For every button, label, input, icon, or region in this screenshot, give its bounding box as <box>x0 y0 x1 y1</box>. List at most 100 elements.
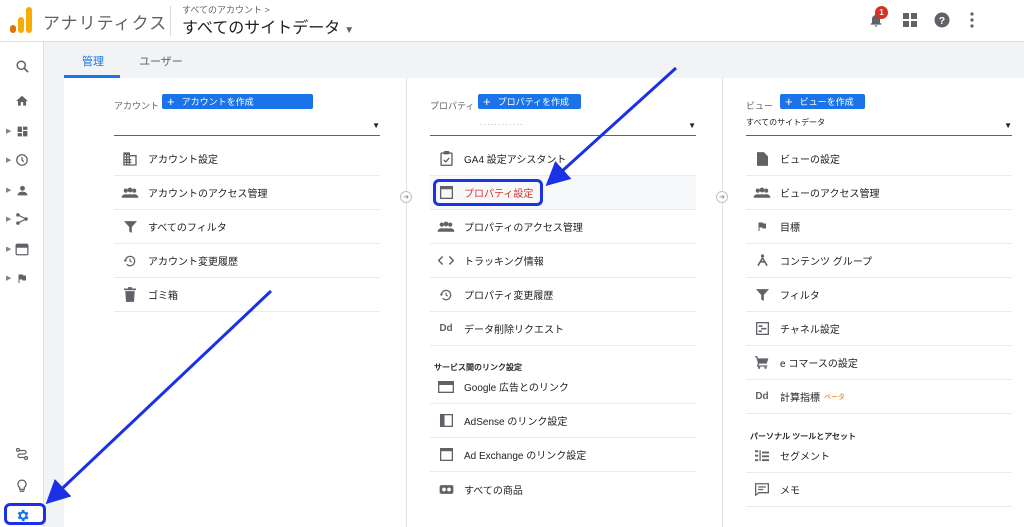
account-dropdown[interactable]: ▼ <box>114 116 380 136</box>
nav-realtime[interactable]: ▶ <box>0 148 44 172</box>
plus-icon: + <box>483 94 491 109</box>
tab-admin[interactable]: 管理 <box>82 53 104 69</box>
arrow-right-icon: ➔ <box>400 191 412 203</box>
all-filters-item[interactable]: すべてのフィルタ <box>114 210 380 244</box>
trash-item[interactable]: ゴミ箱 <box>114 278 380 312</box>
view-access-label: ビューのアクセス管理 <box>780 189 880 200</box>
filter-icon <box>114 220 146 233</box>
create-account-button[interactable]: + アカウントを作成 <box>162 94 313 109</box>
view-settings-label: ビューの設定 <box>780 155 840 166</box>
caret-down-icon: ▼ <box>688 121 696 130</box>
content-grouping-label: コンテンツ グループ <box>780 257 873 268</box>
account-settings-item[interactable]: アカウント設定 <box>114 142 380 176</box>
help-button[interactable]: ? <box>932 10 952 30</box>
help-icon: ? <box>934 12 950 28</box>
more-vert-icon <box>970 12 974 28</box>
dd-icon: Dd <box>755 391 769 402</box>
apps-grid-icon <box>903 13 917 27</box>
property-settings-label: プロパティ設定 <box>464 189 534 200</box>
calculated-metrics-item[interactable]: Dd 計算指標 ベータ <box>746 380 1012 414</box>
account-access-item[interactable]: アカウントのアクセス管理 <box>114 176 380 210</box>
account-heading: アカウント <box>114 101 160 111</box>
create-property-label: プロパティを作成 <box>497 97 570 107</box>
nav-attribution[interactable] <box>0 442 44 466</box>
property-dropdown[interactable]: - - - - - - - - - - - - ▼ <box>430 116 696 136</box>
nav-discover[interactable] <box>0 474 44 498</box>
more-options-button[interactable] <box>962 10 982 30</box>
admin-tabs: 管理 ユーザー <box>44 42 1024 78</box>
tracking-info-label: トラッキング情報 <box>464 257 544 268</box>
content-group-icon <box>746 254 778 267</box>
nav-behavior[interactable]: ▶ <box>0 237 44 261</box>
view-filters-item[interactable]: フィルタ <box>746 278 1012 312</box>
property-access-item[interactable]: プロパティのアクセス管理 <box>430 210 696 244</box>
view-access-item[interactable]: ビューのアクセス管理 <box>746 176 1012 210</box>
view-dropdown[interactable]: すべてのサイトデータ ▼ <box>746 116 1012 136</box>
account-access-label: アカウントのアクセス管理 <box>148 189 268 200</box>
ga4-setup-item[interactable]: GA4 設定アシスタント <box>430 142 696 176</box>
property-settings-item[interactable]: プロパティ設定 <box>430 176 696 210</box>
adsense-link-item[interactable]: AdSense のリンク設定 <box>430 404 696 438</box>
property-selector[interactable]: すべてのサイトデータ ▼ <box>182 14 354 38</box>
expand-arrow-icon: ▶ <box>6 246 12 253</box>
flag-icon <box>746 220 778 233</box>
nav-search[interactable] <box>0 54 44 78</box>
adexchange-link-item[interactable]: Ad Exchange のリンク設定 <box>430 438 696 472</box>
view-settings-item[interactable]: ビューの設定 <box>746 142 1012 176</box>
segments-item[interactable]: セグメント <box>746 439 1012 473</box>
calculated-metrics-label: 計算指標 <box>780 393 820 404</box>
goals-item[interactable]: 目標 <box>746 210 1012 244</box>
all-filters-label: すべてのフィルタ <box>148 223 227 234</box>
document-icon <box>746 151 778 166</box>
analytics-logo[interactable] <box>10 7 32 33</box>
google-ads-link-item[interactable]: Google 広告とのリンク <box>430 370 696 404</box>
search-icon <box>15 59 29 73</box>
history-icon <box>430 288 462 302</box>
home-icon <box>16 95 28 106</box>
window-icon <box>430 186 462 199</box>
people-icon <box>430 221 462 233</box>
ga4-setup-label: GA4 設定アシスタント <box>464 155 567 166</box>
nav-customization[interactable]: ▶ <box>0 119 44 143</box>
nav-home[interactable] <box>0 89 44 113</box>
caret-down-icon: ▼ <box>1004 121 1012 130</box>
account-history-item[interactable]: アカウント変更履歴 <box>114 244 380 278</box>
nav-admin[interactable] <box>0 503 44 527</box>
tracking-info-item[interactable]: トラッキング情報 <box>430 244 696 278</box>
link-products-icon <box>430 484 462 495</box>
acquisition-icon <box>16 213 28 225</box>
property-history-label: プロパティ変更履歴 <box>464 291 554 302</box>
expand-arrow-icon: ▶ <box>6 128 12 135</box>
expand-arrow-icon: ▶ <box>6 216 12 223</box>
flag-icon <box>18 274 26 283</box>
caret-down-icon: ▼ <box>344 25 355 36</box>
all-products-label: すべての商品 <box>464 485 523 497</box>
create-view-label: ビューを作成 <box>799 97 854 107</box>
adexchange-icon <box>430 448 462 461</box>
create-property-button[interactable]: + プロパティを作成 <box>478 94 581 109</box>
main-content: 管理 ユーザー アカウント + アカウントを作成 ▼ アカウント設定 アカウントの… <box>44 42 1024 527</box>
all-products-item[interactable]: すべての商品 <box>430 472 696 506</box>
people-icon <box>114 187 146 199</box>
ecommerce-settings-item[interactable]: e コマースの設定 <box>746 346 1012 380</box>
tab-user[interactable]: ユーザー <box>139 53 183 69</box>
segment-icon <box>746 449 778 462</box>
nav-conversions[interactable]: ▶ <box>0 266 44 290</box>
nav-acquisition[interactable]: ▶ <box>0 207 44 231</box>
account-column: アカウント + アカウントを作成 ▼ アカウント設定 アカウントのアクセス管理 す… <box>114 78 380 527</box>
apps-button[interactable] <box>900 10 920 30</box>
data-deletion-item[interactable]: Dd データ削除リクエスト <box>430 312 696 346</box>
ads-icon <box>430 380 462 393</box>
annotations-item[interactable]: メモ <box>746 473 1012 507</box>
adexchange-link-label: Ad Exchange のリンク設定 <box>464 451 587 462</box>
channel-settings-item[interactable]: チャネル設定 <box>746 312 1012 346</box>
trash-label: ゴミ箱 <box>148 291 178 302</box>
expand-arrow-icon: ▶ <box>6 187 12 194</box>
adsense-link-label: AdSense のリンク設定 <box>464 417 568 428</box>
nav-audience[interactable]: ▶ <box>0 178 44 202</box>
property-column: プロパティ + プロパティを作成 - - - - - - - - - - - - … <box>430 78 696 527</box>
create-view-button[interactable]: + ビューを作成 <box>780 94 865 109</box>
annotations-label: メモ <box>780 486 800 497</box>
property-history-item[interactable]: プロパティ変更履歴 <box>430 278 696 312</box>
content-grouping-item[interactable]: コンテンツ グループ <box>746 244 1012 278</box>
